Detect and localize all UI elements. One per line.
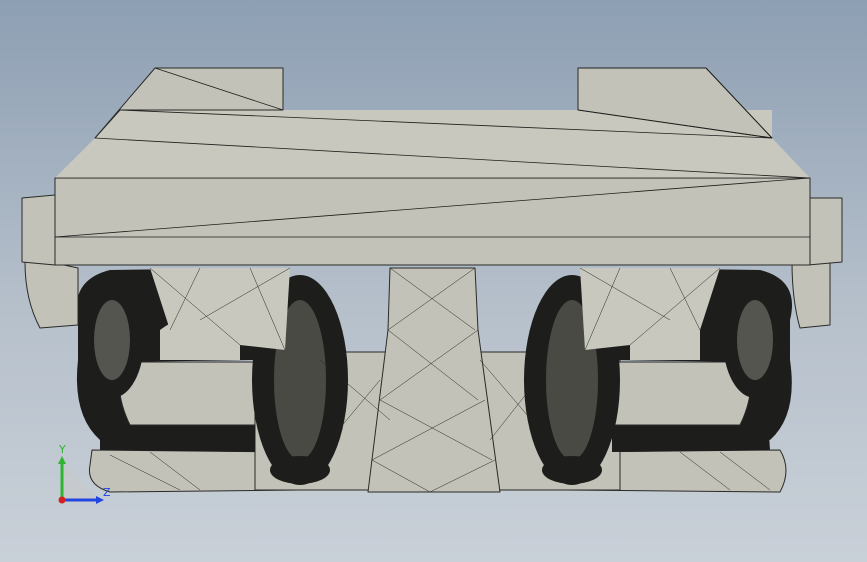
- y-axis-label: Y: [58, 443, 66, 456]
- cad-graphics-viewport[interactable]: Y Z: [0, 0, 867, 562]
- model-view[interactable]: Y Z: [0, 0, 867, 562]
- right-outer-spring: [723, 282, 787, 398]
- bolster-body: [21, 67, 843, 266]
- y-axis-arrowhead: [58, 456, 66, 464]
- x-axis-origin: [58, 496, 66, 504]
- z-axis-label: Z: [103, 486, 111, 499]
- left-outer-spring: [80, 282, 144, 398]
- center-post: [367, 267, 501, 493]
